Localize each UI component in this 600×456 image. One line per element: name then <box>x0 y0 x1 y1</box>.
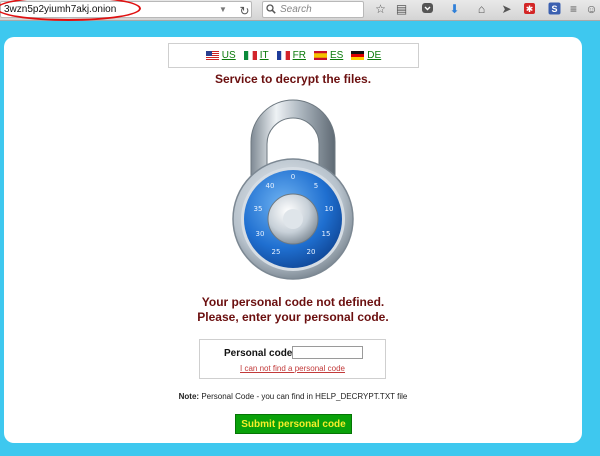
lang-us-link[interactable]: US <box>205 50 236 61</box>
search-icon <box>266 4 276 14</box>
personal-code-label: Personal code: <box>224 348 296 359</box>
svg-text:✱: ✱ <box>526 5 534 15</box>
search-input[interactable]: Search <box>262 1 364 18</box>
svg-text:40: 40 <box>266 182 275 190</box>
svg-text:30: 30 <box>256 230 265 238</box>
menu-icon[interactable]: ≡ <box>566 2 581 17</box>
extension-icon[interactable]: ✱ <box>522 2 537 17</box>
lang-de-link[interactable]: DE <box>351 50 381 61</box>
lang-de-label: DE <box>367 50 382 61</box>
es-flag-icon <box>313 51 327 60</box>
download-icon[interactable]: ⬇ <box>447 2 462 17</box>
smiley-icon[interactable]: ☺ <box>584 2 599 17</box>
padlock-icon: 0 5 10 15 20 25 30 35 40 <box>232 99 354 280</box>
language-selector: US IT FR ES DE <box>168 43 419 68</box>
lang-es-link[interactable]: ES <box>313 50 344 61</box>
ransom-page-panel: US IT FR ES DE Service to decrypt the fi… <box>4 37 582 443</box>
svg-text:20: 20 <box>307 248 316 256</box>
lang-es-label: ES <box>329 50 344 61</box>
browser-toolbar: 3wzn5p2yiumh7akj.onion ▼ ↻ Search ☆ ▤ ⬇ … <box>0 0 600 21</box>
bookmarks-list-icon[interactable]: ▤ <box>394 2 409 17</box>
svg-text:15: 15 <box>322 230 331 238</box>
svg-text:0: 0 <box>291 173 295 181</box>
svg-text:35: 35 <box>254 205 263 213</box>
message-line-1: Your personal code not defined. <box>201 295 385 309</box>
note-label: Note: <box>178 392 200 401</box>
de-flag-icon <box>351 51 365 60</box>
search-placeholder: Search <box>280 4 312 15</box>
svg-text:S: S <box>551 4 557 14</box>
personal-code-form: Personal code: I can not find a personal… <box>199 339 386 379</box>
note-text: Note: Personal Code - you can find in HE… <box>4 392 582 401</box>
reload-icon[interactable]: ↻ <box>237 3 252 19</box>
svg-text:10: 10 <box>325 205 334 213</box>
addon-s-icon[interactable]: S <box>547 2 562 17</box>
lang-fr-label: FR <box>292 50 306 61</box>
lang-it-label: IT <box>259 50 269 61</box>
share-icon[interactable]: ➤ <box>499 2 514 17</box>
personal-code-input[interactable] <box>292 346 363 359</box>
lang-it-link[interactable]: IT <box>243 50 269 61</box>
fr-flag-icon <box>276 51 290 60</box>
svg-text:25: 25 <box>272 248 281 256</box>
note-body: Personal Code - you can find in HELP_DEC… <box>199 392 408 401</box>
lang-us-label: US <box>221 50 236 61</box>
bookmark-star-icon[interactable]: ☆ <box>373 2 388 17</box>
it-flag-icon <box>243 51 257 60</box>
url-dropdown-icon[interactable]: ▼ <box>219 5 227 14</box>
us-flag-icon <box>205 51 219 60</box>
message-line-2: Please, enter your personal code. <box>197 310 389 324</box>
status-message: Your personal code not defined. Please, … <box>4 295 582 325</box>
submit-code-button[interactable]: Submit personal code <box>235 414 352 434</box>
cannot-find-code-link[interactable]: I can not find a personal code <box>200 364 385 373</box>
lang-fr-link[interactable]: FR <box>276 50 306 61</box>
home-icon[interactable]: ⌂ <box>474 2 489 17</box>
svg-text:5: 5 <box>314 182 318 190</box>
page-title: Service to decrypt the files. <box>214 72 372 86</box>
pocket-icon[interactable] <box>420 2 435 17</box>
